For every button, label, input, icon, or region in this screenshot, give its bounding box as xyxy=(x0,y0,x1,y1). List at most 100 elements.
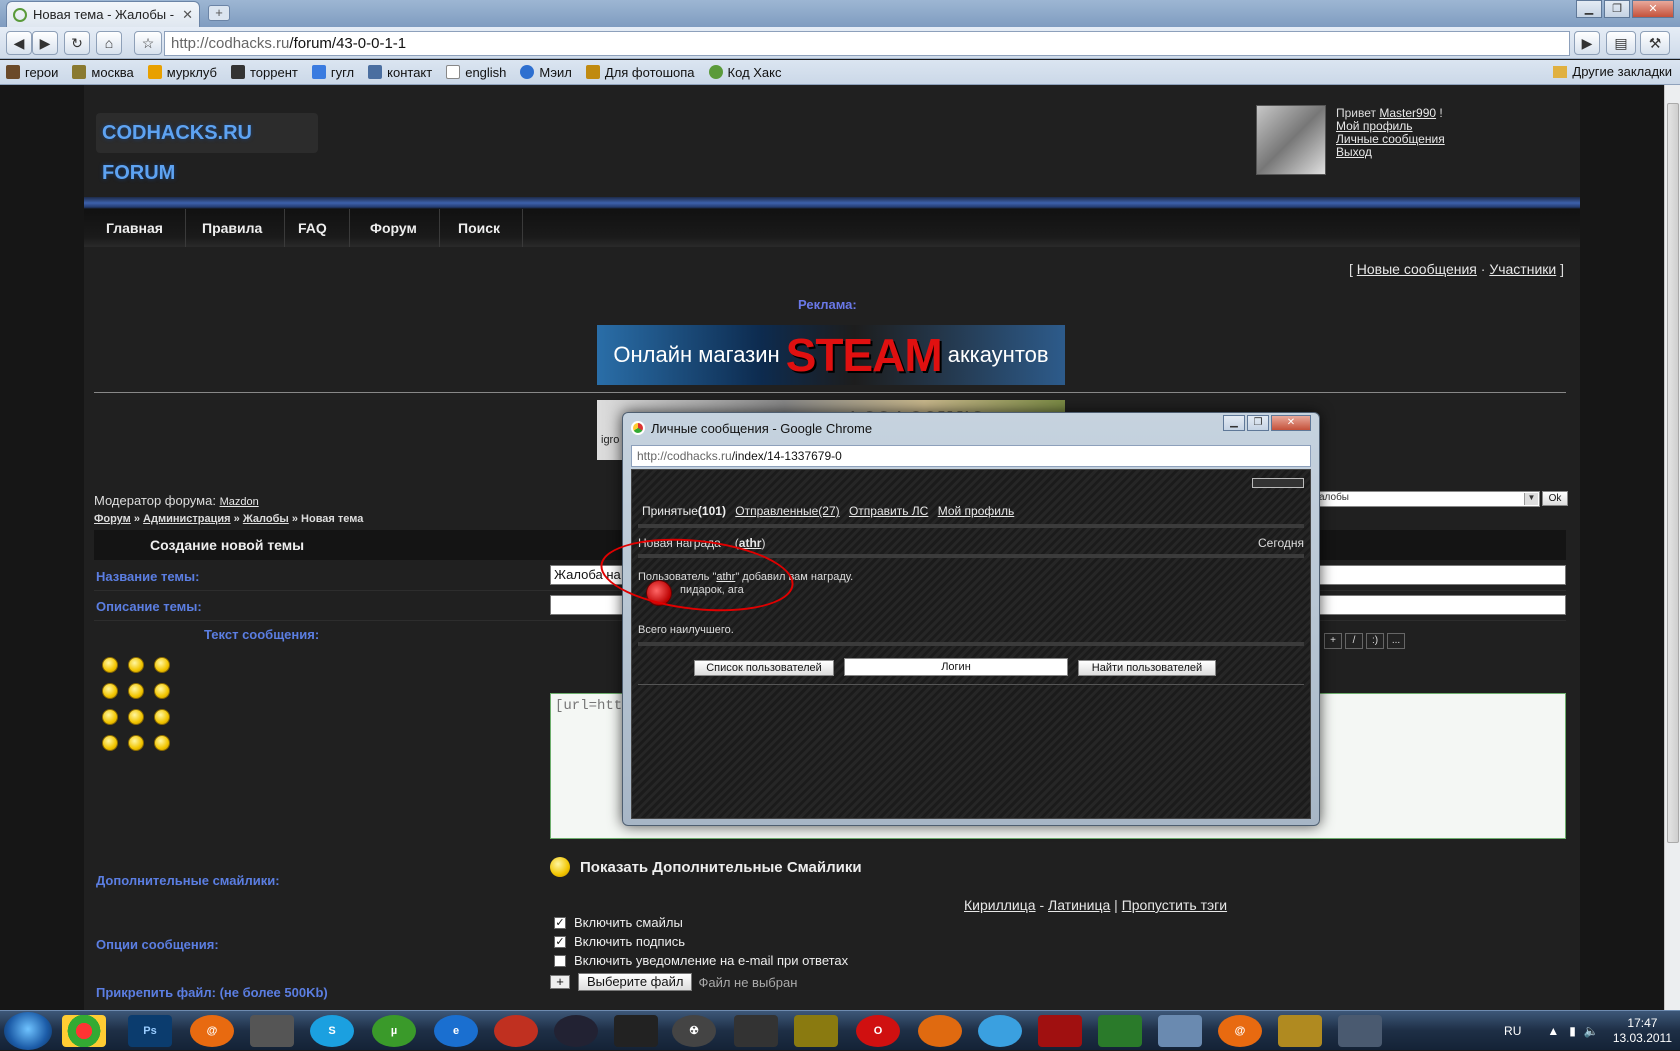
close-window-icon[interactable]: ✕ xyxy=(1632,0,1674,18)
format-button[interactable]: :) xyxy=(1366,633,1384,649)
bookmark-item[interactable]: Код Хакс xyxy=(708,65,782,80)
inbox-tab[interactable]: Принятые(101) xyxy=(642,504,726,518)
steam-icon[interactable] xyxy=(614,1015,658,1047)
start-button-icon[interactable] xyxy=(4,1012,52,1050)
clock[interactable]: 17:47 13.03.2011 xyxy=(1613,1016,1672,1046)
smiley-icon[interactable] xyxy=(128,735,144,751)
assassins-creed-icon[interactable] xyxy=(734,1015,778,1047)
forum-jump-ok-button[interactable]: Ok xyxy=(1542,491,1568,506)
app-icon[interactable] xyxy=(1278,1015,1322,1047)
nav-forum[interactable]: Форум xyxy=(348,209,440,247)
address-bar[interactable]: http://codhacks.ru/forum/43-0-0-1-1 xyxy=(164,31,1570,56)
maximize-icon[interactable]: ❐ xyxy=(1247,415,1269,431)
page-menu-icon[interactable]: ▤ xyxy=(1606,31,1636,55)
nav-search[interactable]: Поиск xyxy=(436,209,524,247)
home-icon[interactable]: ⌂ xyxy=(96,31,122,55)
app-icon[interactable] xyxy=(978,1015,1022,1047)
popup-profile-link[interactable]: Мой профиль xyxy=(938,504,1015,518)
send-pm-link[interactable]: Отправить ЛС xyxy=(849,504,928,518)
other-bookmarks[interactable]: Другие закладки xyxy=(1553,64,1672,79)
language-indicator[interactable]: RU xyxy=(1504,1024,1521,1038)
breadcrumb-admin[interactable]: Администрация xyxy=(143,513,231,525)
user-list-button[interactable]: Список пользователей xyxy=(694,660,834,676)
tab-close-icon[interactable]: ✕ xyxy=(182,7,193,23)
popup-address-bar[interactable]: http://codhacks.ru/index/14-1337679-0 xyxy=(631,445,1311,467)
app-icon[interactable] xyxy=(250,1015,294,1047)
app-icon[interactable] xyxy=(1038,1015,1082,1047)
smiley-icon[interactable] xyxy=(128,683,144,699)
logout-link[interactable]: Выход xyxy=(1336,145,1372,159)
mp3-cut-icon[interactable] xyxy=(1098,1015,1142,1047)
format-button[interactable]: + xyxy=(1324,633,1342,649)
nav-rules[interactable]: Правила xyxy=(180,209,286,247)
network-icon[interactable]: ▮ xyxy=(1569,1024,1576,1038)
username-link[interactable]: Master990 xyxy=(1379,106,1436,120)
enable-smilies-checkbox[interactable]: ✓ xyxy=(554,916,566,929)
find-users-button[interactable]: Найти пользователей xyxy=(1078,660,1216,676)
forward-icon[interactable]: ▶ xyxy=(32,31,58,55)
minimize-icon[interactable]: ▁ xyxy=(1576,0,1602,18)
moderator-link[interactable]: Mazdon xyxy=(220,496,259,508)
email-notify-checkbox[interactable] xyxy=(554,954,566,967)
smiley-icon[interactable] xyxy=(102,683,118,699)
breadcrumb-forum[interactable]: Форум xyxy=(94,513,131,525)
app-icon[interactable] xyxy=(1338,1015,1382,1047)
smiley-icon[interactable] xyxy=(154,683,170,699)
nav-faq[interactable]: FAQ xyxy=(276,209,350,247)
smiley-icon[interactable] xyxy=(102,735,118,751)
smiley-icon[interactable] xyxy=(154,735,170,751)
site-logo[interactable]: CODHACKS.RU FORUM xyxy=(96,113,318,184)
maximize-icon[interactable]: ❐ xyxy=(1604,0,1630,18)
bookmark-item[interactable]: мурклуб xyxy=(147,65,217,80)
mail-agent-icon[interactable]: @ xyxy=(190,1015,234,1047)
format-button[interactable]: / xyxy=(1345,633,1363,649)
choose-file-button[interactable]: Выберите файл xyxy=(578,973,693,991)
my-profile-link[interactable]: Мой профиль xyxy=(1336,119,1413,133)
bookmark-item[interactable]: english xyxy=(446,65,506,80)
bookmark-item[interactable]: контакт xyxy=(368,65,432,80)
chrome-icon[interactable] xyxy=(62,1015,106,1047)
new-tab-button[interactable]: + xyxy=(208,5,230,21)
enable-signature-checkbox[interactable]: ✓ xyxy=(554,935,566,948)
radiation-icon[interactable]: ☢ xyxy=(672,1015,716,1047)
smiley-icon[interactable] xyxy=(154,709,170,725)
close-window-icon[interactable]: ✕ xyxy=(1271,415,1311,431)
app-icon[interactable] xyxy=(494,1015,538,1047)
app-icon[interactable] xyxy=(554,1015,598,1047)
cyrillic-link[interactable]: Кириллица xyxy=(964,897,1036,913)
bookmark-item[interactable]: торрент xyxy=(230,65,298,80)
scrollbar-thumb[interactable] xyxy=(1667,103,1679,843)
members-link[interactable]: Участники xyxy=(1489,261,1556,277)
page-scrollbar[interactable] xyxy=(1664,85,1680,1010)
wrench-icon[interactable]: ⚒ xyxy=(1640,31,1670,55)
bookmark-item[interactable]: гугл xyxy=(311,65,354,80)
mail-agent-icon[interactable]: @ xyxy=(1218,1015,1262,1047)
bookmark-item[interactable]: герои xyxy=(6,65,58,80)
login-input[interactable]: Логин xyxy=(844,658,1068,676)
add-attachment-button[interactable]: + xyxy=(550,975,570,989)
new-messages-link[interactable]: Новые сообщения xyxy=(1357,261,1477,277)
back-icon[interactable]: ◀ xyxy=(6,31,32,55)
tray-expand-icon[interactable]: ▲ xyxy=(1547,1024,1559,1038)
steam-ad-banner[interactable]: Онлайн магазин STEAM аккаунтов xyxy=(597,325,1065,385)
bookmark-item[interactable]: москва xyxy=(72,65,134,80)
app-icon[interactable] xyxy=(1158,1015,1202,1047)
app-icon[interactable] xyxy=(794,1015,838,1047)
browser-tab[interactable]: Новая тема - Жалобы - ... ✕ xyxy=(6,1,200,27)
bookmark-star-icon[interactable]: ☆ xyxy=(134,31,162,55)
bookmark-item[interactable]: Мэил xyxy=(520,65,572,80)
latin-link[interactable]: Латиница xyxy=(1048,897,1110,913)
skype-icon[interactable]: S xyxy=(310,1015,354,1047)
firefox-icon[interactable] xyxy=(918,1015,962,1047)
go-arrow-icon[interactable]: ▶ xyxy=(1574,31,1600,55)
bookmark-item[interactable]: Для фотошопа xyxy=(585,65,695,80)
popup-slider[interactable] xyxy=(1252,478,1304,488)
photoshop-icon[interactable]: Ps xyxy=(128,1015,172,1047)
private-messages-link[interactable]: Личные сообщения xyxy=(1336,132,1445,146)
smiley-icon[interactable] xyxy=(154,657,170,673)
utorrent-icon[interactable]: µ xyxy=(372,1015,416,1047)
smiley-icon[interactable] xyxy=(128,709,144,725)
smiley-icon[interactable] xyxy=(128,657,144,673)
minimize-icon[interactable]: ▁ xyxy=(1223,415,1245,431)
sent-link[interactable]: Отправленные(27) xyxy=(735,504,839,518)
